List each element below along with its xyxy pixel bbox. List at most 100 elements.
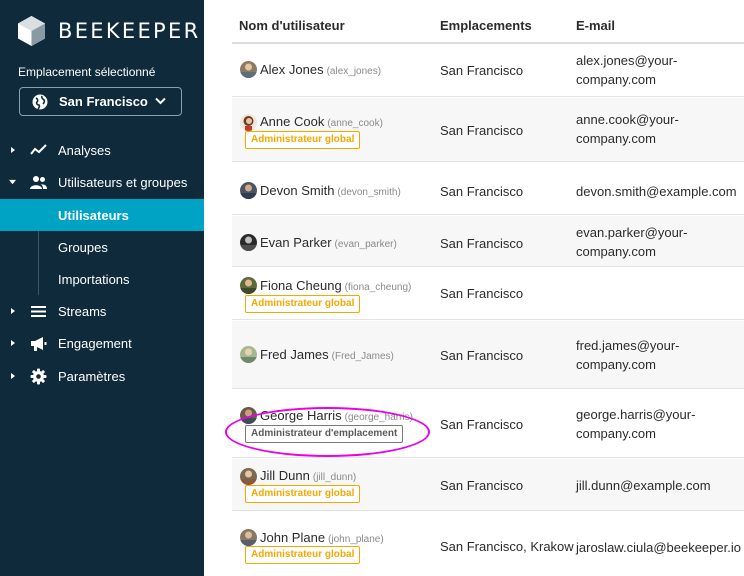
table-header: Nom d'utilisateur Emplacements E-mail xyxy=(232,0,744,44)
user-location: San Francisco xyxy=(440,478,524,493)
global-admin-badge: Administrateur global xyxy=(245,131,361,149)
user-display-name: Fred James xyxy=(260,347,329,362)
user-display-name: Alex Jones xyxy=(260,62,324,77)
streams-icon xyxy=(31,305,46,317)
user-email: fred.james@your-company.com xyxy=(576,336,744,374)
user-handle: (devon_smith) xyxy=(337,187,401,198)
brand[interactable]: BEEKEEPER xyxy=(17,15,200,47)
user-display-name: Fiona Cheung xyxy=(260,278,342,293)
user-handle: (john_plane) xyxy=(328,534,384,545)
user-name[interactable]: Devon Smith (devon_smith) xyxy=(260,183,401,198)
avatar xyxy=(240,529,257,546)
user-name[interactable]: Anne Cook (anne_cook) xyxy=(260,114,383,129)
user-handle: (fiona_cheung) xyxy=(344,282,412,293)
users-icon xyxy=(30,175,47,189)
user-email-line: jaroslaw.ciula@beekeeper.io xyxy=(576,540,741,555)
nav-streams-label: Streams xyxy=(58,303,107,319)
user-name[interactable]: Alex Jones (alex_jones) xyxy=(260,62,381,77)
user-name[interactable]: Jill Dunn (jill_dunn) xyxy=(260,468,356,483)
nav-analyses-label: Analyses xyxy=(58,142,111,158)
user-name[interactable]: John Plane (john_plane) xyxy=(260,530,384,545)
location-label: Emplacement sélectionné xyxy=(18,65,156,79)
user-email-line: company.com xyxy=(576,131,656,146)
user-email-line: evan.parker@your- xyxy=(576,225,688,240)
user-email: jaroslaw.ciula@beekeeper.io xyxy=(576,538,744,557)
user-handle: (anne_cook) xyxy=(327,118,383,129)
table-row[interactable]: Fiona Cheung (fiona_cheung) Administrateu… xyxy=(232,268,744,320)
column-header-email[interactable]: E-mail xyxy=(576,18,615,33)
nav-settings-label: Paramètres xyxy=(58,368,126,384)
global-admin-badge: Administrateur global xyxy=(245,295,361,313)
user-location: San Francisco xyxy=(440,236,524,251)
table-row[interactable]: Fred James (Fred_James) San Francisco fre… xyxy=(232,321,744,389)
user-name[interactable]: Fred James (Fred_James) xyxy=(260,347,394,362)
subnav-imports-label: Importations xyxy=(58,271,130,287)
nav-settings[interactable]: Paramètres xyxy=(0,360,204,392)
subnav-users-label: Utilisateurs xyxy=(58,207,129,223)
global-admin-badge: Administrateur global xyxy=(245,546,361,564)
user-handle: (Fred_James) xyxy=(331,351,394,362)
caret-right-icon xyxy=(11,308,15,314)
subnav-imports[interactable]: Importations xyxy=(0,263,204,295)
user-email-line: company.com xyxy=(576,244,656,259)
avatar xyxy=(240,346,257,363)
gear-icon xyxy=(30,368,47,384)
caret-right-icon xyxy=(11,373,15,379)
caret-right-icon xyxy=(11,340,15,346)
nav-engagement[interactable]: Engagement xyxy=(0,327,204,359)
sidebar: BEEKEEPER Emplacement sélectionné San Fr… xyxy=(0,0,204,576)
table-row[interactable]: Alex Jones (alex_jones) San Francisco ale… xyxy=(232,45,744,97)
user-location: San Francisco, Krakow xyxy=(440,539,574,554)
user-email-line: george.harris@your- xyxy=(576,407,696,422)
brand-name: BEEKEEPER xyxy=(58,19,201,43)
user-display-name: Evan Parker xyxy=(260,235,332,250)
subnav-groups-label: Groupes xyxy=(58,239,108,255)
user-email: evan.parker@your-company.com xyxy=(576,223,744,261)
nav-analyses[interactable]: Analyses xyxy=(0,134,204,166)
nav-engagement-label: Engagement xyxy=(58,335,132,351)
user-name[interactable]: Fiona Cheung (fiona_cheung) xyxy=(260,278,411,293)
avatar xyxy=(240,114,257,131)
user-display-name: John Plane xyxy=(260,530,326,545)
user-location: San Francisco xyxy=(440,417,524,432)
avatar xyxy=(240,277,257,294)
column-header-name[interactable]: Nom d'utilisateur xyxy=(239,18,345,33)
beekeeper-logo-icon xyxy=(18,16,45,46)
user-email-line: alex.jones@your- xyxy=(576,53,678,68)
column-header-locations[interactable]: Emplacements xyxy=(440,18,532,33)
avatar xyxy=(240,61,257,78)
table-row[interactable]: John Plane (john_plane) Administrateur gl… xyxy=(232,512,744,576)
avatar xyxy=(240,182,257,199)
table-row[interactable]: Evan Parker (evan_parker) San Francisco e… xyxy=(232,216,744,267)
user-name[interactable]: Evan Parker (evan_parker) xyxy=(260,235,397,250)
table-row[interactable]: Jill Dunn (jill_dunn) Administrateur glob… xyxy=(232,459,744,511)
user-email-line: jill.dunn@example.com xyxy=(576,478,711,493)
nav-streams[interactable]: Streams xyxy=(0,295,204,327)
chevron-down-icon xyxy=(155,97,166,105)
location-select[interactable]: San Francisco xyxy=(19,87,182,116)
user-email: george.harris@your-company.com xyxy=(576,405,744,443)
highlight-annotation xyxy=(225,407,430,457)
user-display-name: Devon Smith xyxy=(260,183,335,198)
user-display-name: Jill Dunn xyxy=(260,468,310,483)
table-row[interactable]: Devon Smith (devon_smith) San Francisco d… xyxy=(232,163,744,215)
location-select-value: San Francisco xyxy=(59,94,148,109)
subnav-groups[interactable]: Groupes xyxy=(0,231,204,263)
user-location: San Francisco xyxy=(440,123,524,138)
nav-users-groups-label: Utilisateurs et groupes xyxy=(58,174,188,190)
user-email-line: company.com xyxy=(576,426,656,441)
table-row[interactable]: Anne Cook (anne_cook) Administrateur glob… xyxy=(232,98,744,162)
caret-right-icon xyxy=(11,147,15,153)
user-location: San Francisco xyxy=(440,286,524,301)
globe-icon xyxy=(32,94,48,110)
user-email: devon.smith@example.com xyxy=(576,182,744,201)
avatar xyxy=(240,234,257,251)
subnav-users[interactable]: Utilisateurs xyxy=(0,199,204,231)
user-handle: (evan_parker) xyxy=(334,239,397,250)
user-location: San Francisco xyxy=(440,184,524,199)
nav-users-groups[interactable]: Utilisateurs et groupes xyxy=(0,166,204,198)
megaphone-icon xyxy=(31,336,47,351)
avatar xyxy=(240,468,257,485)
user-email: anne.cook@your-company.com xyxy=(576,110,744,148)
user-location: San Francisco xyxy=(440,348,524,363)
